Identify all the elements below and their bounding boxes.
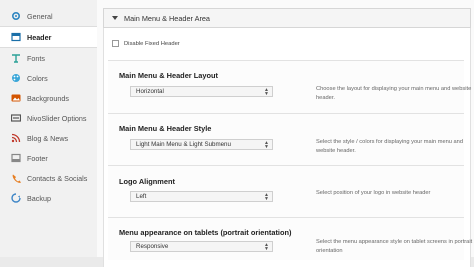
option-description: Choose the layout for displaying your ma… [316, 86, 472, 101]
sidebar-item-label: Colors [27, 73, 48, 83]
header-icon [11, 32, 21, 42]
backup-icon [11, 193, 21, 203]
option-title: Main Menu & Header Layout [119, 71, 218, 80]
slider-icon [11, 113, 21, 123]
updown-arrows-icon: ▲ ▼ [264, 87, 269, 97]
sidebar-item-header[interactable]: Header [0, 26, 98, 48]
updown-arrows-icon: ▲ ▼ [264, 192, 269, 202]
option-block-logo-alignment: Logo Alignment Left ▲ ▼ Select position o… [108, 165, 464, 219]
section-header[interactable]: Main Menu & Header Area [103, 8, 471, 28]
contacts-icon [11, 173, 21, 183]
sidebar-item-label: Footer [27, 153, 48, 163]
logo-alignment-select[interactable]: Left ▲ ▼ [130, 191, 273, 202]
sidebar-item-label: Backup [27, 193, 51, 203]
updown-arrows-icon: ▲ ▼ [264, 242, 269, 252]
disable-fixed-header-option[interactable]: Disable Fixed Header [112, 40, 180, 47]
select-value: Light Main Menu & Light Submenu [136, 141, 231, 148]
triangle-down-icon [112, 16, 118, 20]
sidebar-item-footer[interactable]: Footer [0, 148, 97, 168]
sidebar-item-label: NivoSlider Options [27, 113, 87, 123]
updown-arrows-icon: ▲ ▼ [264, 140, 269, 150]
option-description: Select the menu appearance style on tabl… [316, 239, 473, 254]
option-block-tablet-menu: Menu appearance on tablets (portrait ori… [108, 217, 472, 260]
sidebar-item-backup[interactable]: Backup [0, 188, 97, 208]
sidebar-item-general[interactable]: General [0, 6, 97, 26]
sidebar-item-label: General [27, 11, 53, 21]
sidebar-item-contacts-socials[interactable]: Contacts & Socials [0, 168, 97, 188]
option-block-style: Main Menu & Header Style Light Main Menu… [108, 113, 464, 167]
option-title: Menu appearance on tablets (portrait ori… [119, 228, 292, 237]
image-icon [11, 93, 21, 103]
rss-icon [11, 133, 21, 143]
sidebar: General Header Fonts Colors Backgrounds … [0, 0, 98, 257]
style-select[interactable]: Light Main Menu & Light Submenu ▲ ▼ [130, 139, 273, 150]
tablet-menu-select[interactable]: Responsive ▲ ▼ [130, 241, 273, 252]
option-description: Select position of your logo in website … [316, 190, 431, 196]
sidebar-item-backgrounds[interactable]: Backgrounds [0, 88, 97, 108]
palette-icon [11, 73, 21, 83]
sidebar-item-colors[interactable]: Colors [0, 68, 97, 88]
select-value: Responsive [136, 243, 169, 250]
sidebar-item-label: Header [27, 32, 52, 42]
disable-fixed-header-label: Disable Fixed Header [124, 40, 180, 47]
option-block-layout: Main Menu & Header Layout Horizontal ▲ ▼ … [108, 60, 471, 115]
option-title: Logo Alignment [119, 177, 175, 186]
option-title: Main Menu & Header Style [119, 124, 212, 133]
sidebar-item-nivoslider-options[interactable]: NivoSlider Options [0, 108, 97, 128]
sidebar-item-label: Contacts & Socials [27, 173, 88, 183]
section-title: Main Menu & Header Area [124, 13, 210, 23]
select-value: Horizontal [136, 88, 164, 95]
disable-fixed-header-checkbox[interactable] [112, 40, 119, 47]
option-description: Select the style / colors for displaying… [316, 139, 464, 154]
sidebar-item-label: Fonts [27, 53, 45, 63]
main-content: Main Menu & Header Area Disable Fixed He… [97, 0, 474, 267]
select-value: Left [136, 193, 147, 200]
sidebar-item-label: Blog & News [27, 133, 69, 143]
gear-icon [11, 11, 21, 21]
footer-icon [11, 153, 21, 163]
sidebar-item-label: Backgrounds [27, 93, 69, 103]
layout-select[interactable]: Horizontal ▲ ▼ [130, 86, 273, 97]
sidebar-item-fonts[interactable]: Fonts [0, 48, 97, 68]
sidebar-item-blog-news[interactable]: Blog & News [0, 128, 97, 148]
fonts-icon [11, 53, 21, 63]
